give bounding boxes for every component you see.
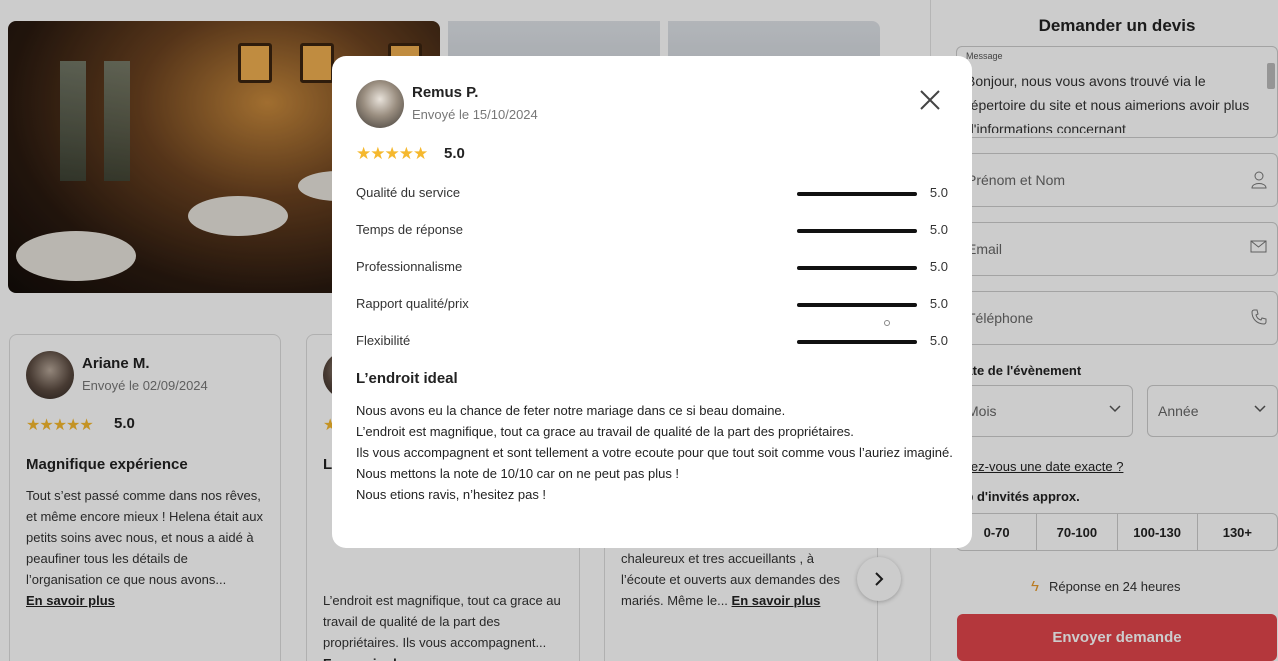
- avatar: [356, 80, 404, 128]
- review-line: Nous mettons la note de 10/10 car on ne …: [356, 466, 680, 481]
- rating-label: Flexibilité: [356, 333, 411, 348]
- rating-value: 5.0: [929, 185, 948, 200]
- rating-bar-fill: [797, 340, 917, 344]
- rating-bar-fill: [797, 192, 917, 196]
- rating-label: Temps de réponse: [356, 222, 463, 237]
- rating-bar: [797, 229, 917, 233]
- review-date: Envoyé le 15/10/2024: [412, 107, 538, 122]
- rating-row: Professionnalisme 5.0: [356, 257, 948, 277]
- rating-label: Professionnalisme: [356, 259, 463, 274]
- close-icon: [920, 90, 940, 110]
- review-detail-modal: Remus P. Envoyé le 15/10/2024 ★★★★★ 5.0 …: [332, 56, 972, 548]
- rating-bar: [797, 192, 917, 196]
- rating-value: 5.0: [929, 259, 948, 274]
- rating-bar-fill: [797, 229, 917, 233]
- rating-label: Qualité du service: [356, 185, 461, 200]
- rating-bar: [797, 340, 917, 344]
- rating-value: 5.0: [929, 296, 948, 311]
- overall-score: 5.0: [444, 145, 465, 162]
- review-body: Nous avons eu la chance de feter notre m…: [356, 400, 956, 505]
- rating-row: Flexibilité 5.0: [356, 331, 948, 351]
- rating-value: 5.0: [929, 333, 948, 348]
- review-line: Nous etions ravis, n’hesitez pas !: [356, 487, 547, 502]
- rating-bar: [797, 266, 917, 270]
- rating-row: Temps de réponse 5.0: [356, 220, 948, 240]
- rating-row: Rapport qualité/prix 5.0: [356, 294, 948, 314]
- review-line: Ils vous accompagnent et sont tellement …: [356, 445, 953, 460]
- rating-bar-fill: [797, 266, 917, 270]
- rating-bar-fill: [797, 303, 917, 307]
- review-title: L’endroit ideal: [356, 370, 458, 387]
- close-button[interactable]: [916, 86, 944, 114]
- mouse-cursor: [884, 320, 890, 326]
- rating-row: Qualité du service 5.0: [356, 183, 948, 203]
- rating-label: Rapport qualité/prix: [356, 296, 469, 311]
- reviewer-name: Remus P.: [412, 84, 479, 101]
- rating-bar: [797, 303, 917, 307]
- rating-value: 5.0: [929, 222, 948, 237]
- review-line: Nous avons eu la chance de feter notre m…: [356, 403, 786, 418]
- review-line: L’endroit est magnifique, tout ca grace …: [356, 424, 854, 439]
- star-rating-icon: ★★★★★: [356, 144, 428, 163]
